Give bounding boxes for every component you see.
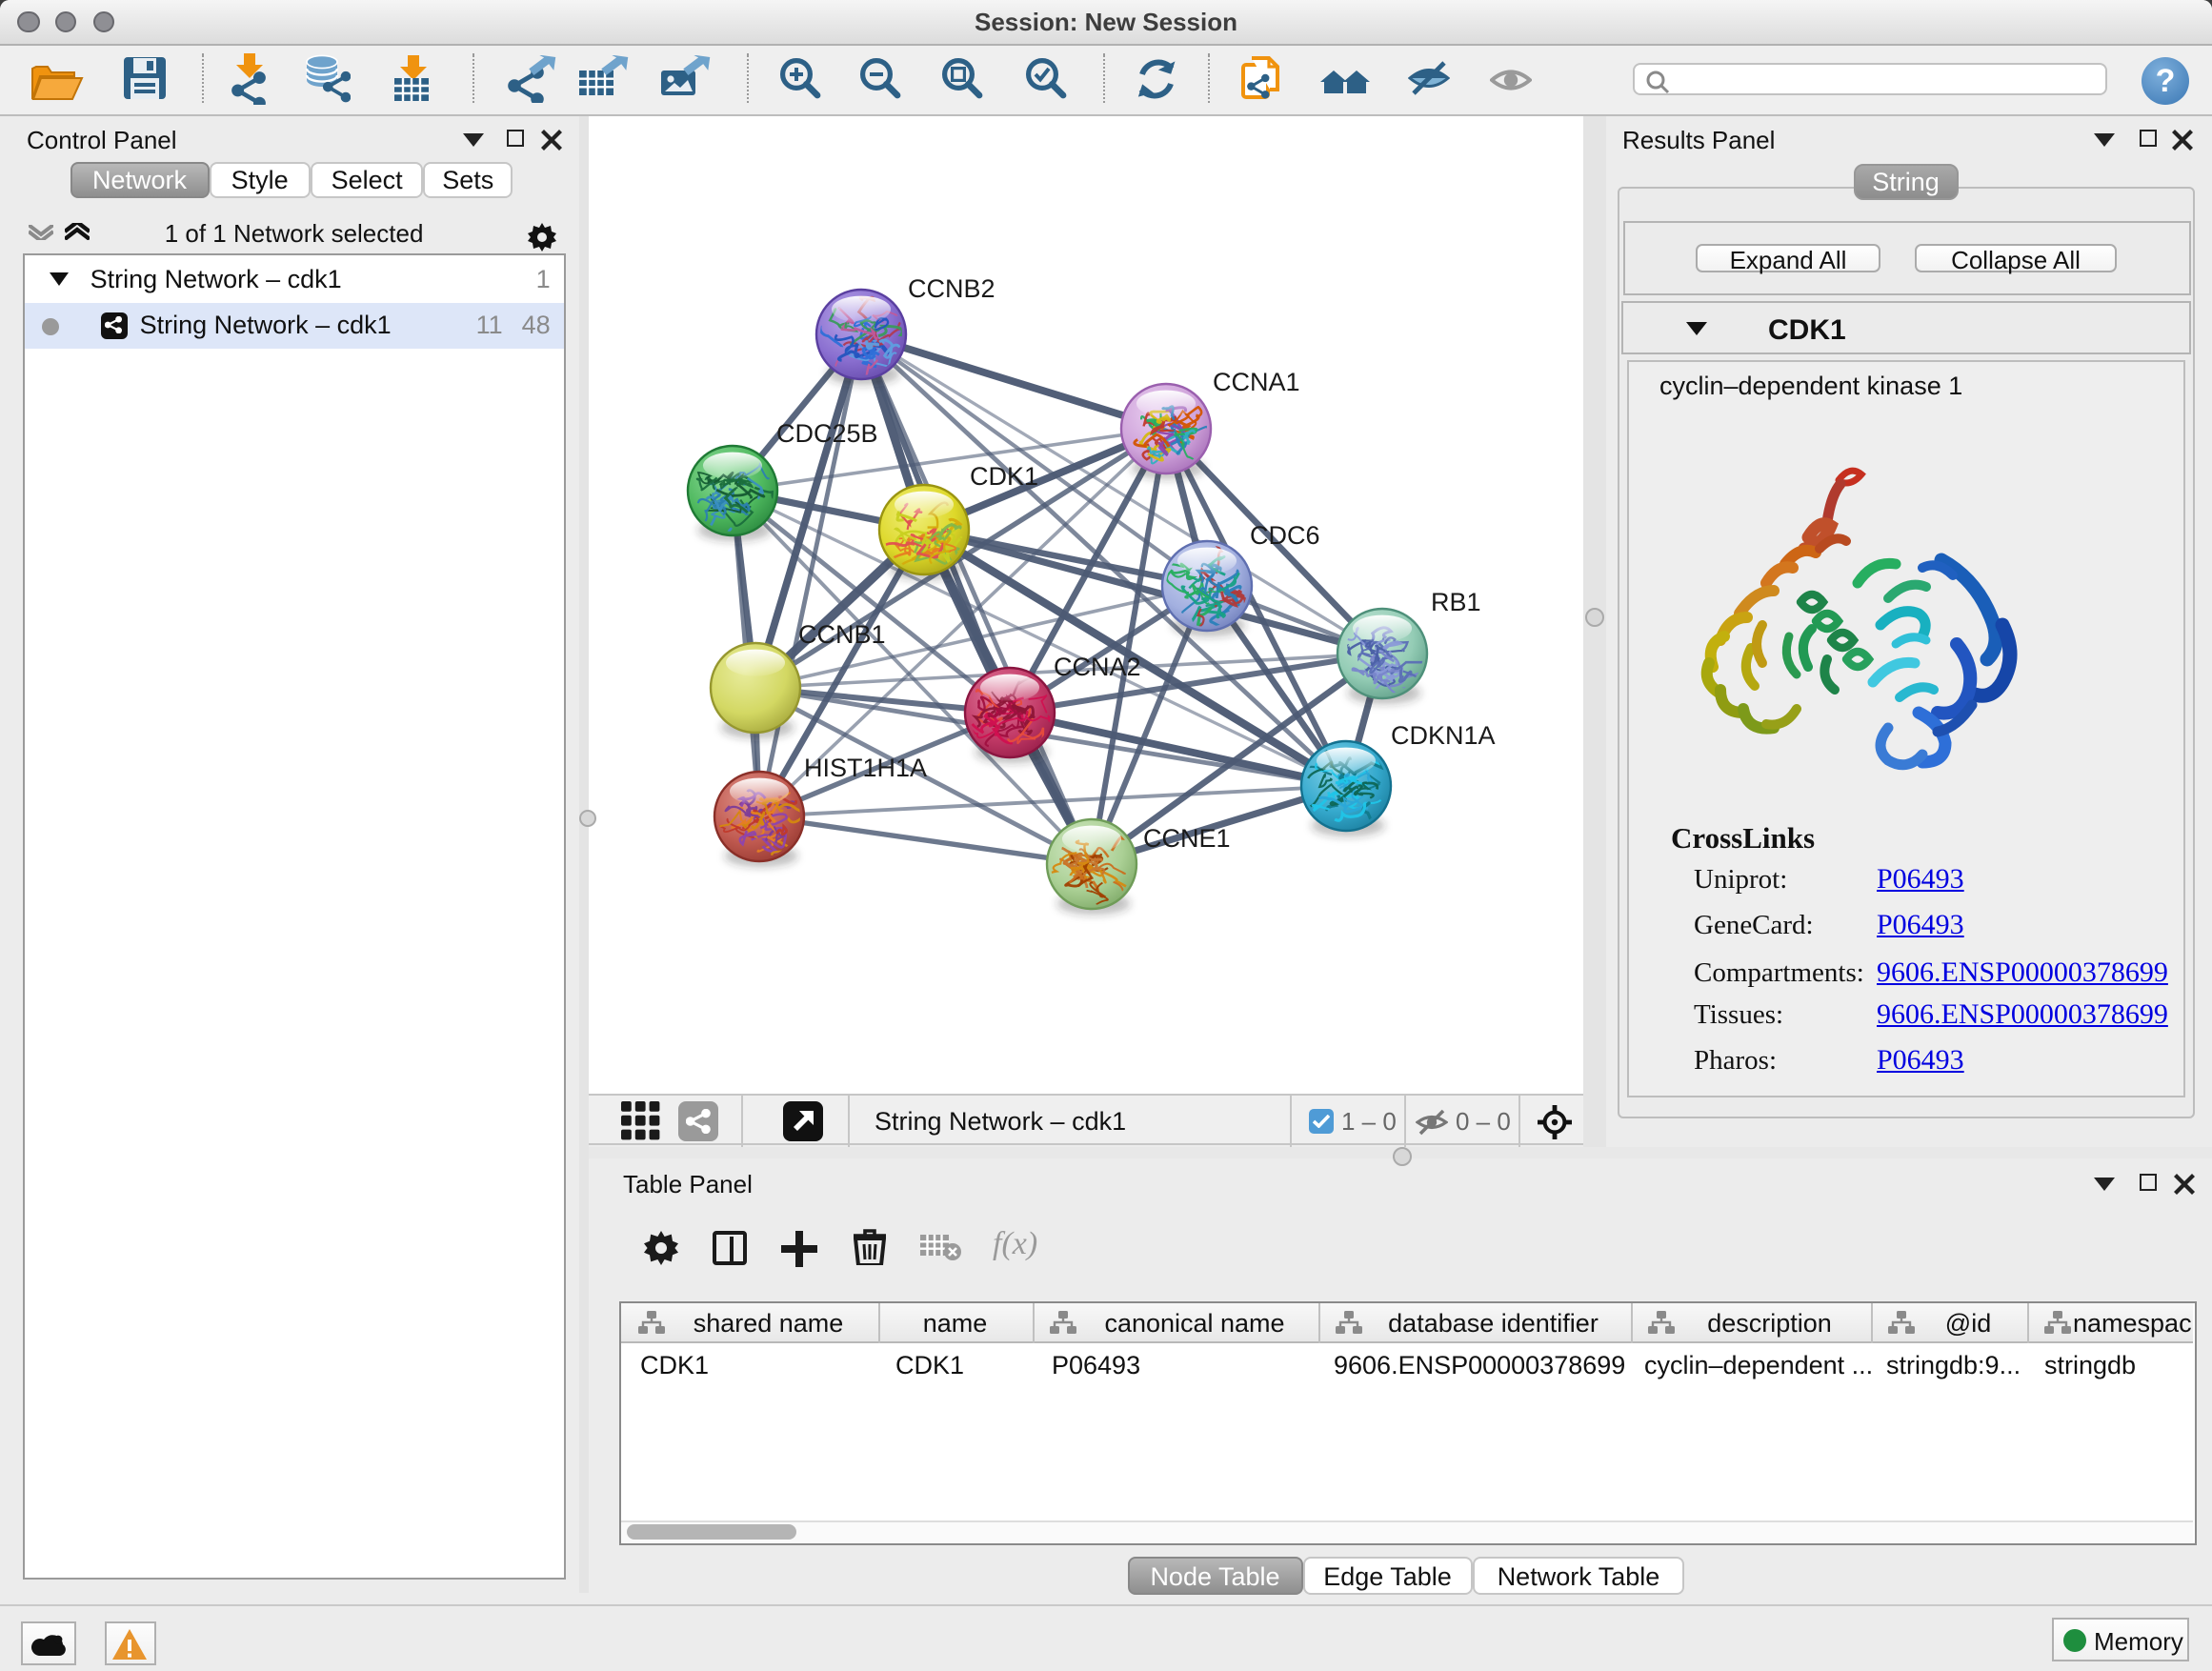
svg-text:HIST1H1A: HIST1H1A [804, 753, 927, 781]
svg-text:CCNA2: CCNA2 [1054, 652, 1141, 680]
svg-text:CCNA1: CCNA1 [1213, 367, 1300, 395]
svg-text:CCNE1: CCNE1 [1143, 823, 1231, 852]
svg-text:CCNB1: CCNB1 [798, 619, 886, 648]
svg-text:CCNB2: CCNB2 [908, 273, 995, 302]
svg-text:RB1: RB1 [1431, 587, 1481, 615]
svg-text:CDKN1A: CDKN1A [1391, 720, 1496, 749]
svg-text:CDC25B: CDC25B [776, 418, 878, 447]
svg-text:CDK1: CDK1 [970, 461, 1038, 490]
svg-text:CDC6: CDC6 [1250, 520, 1320, 549]
